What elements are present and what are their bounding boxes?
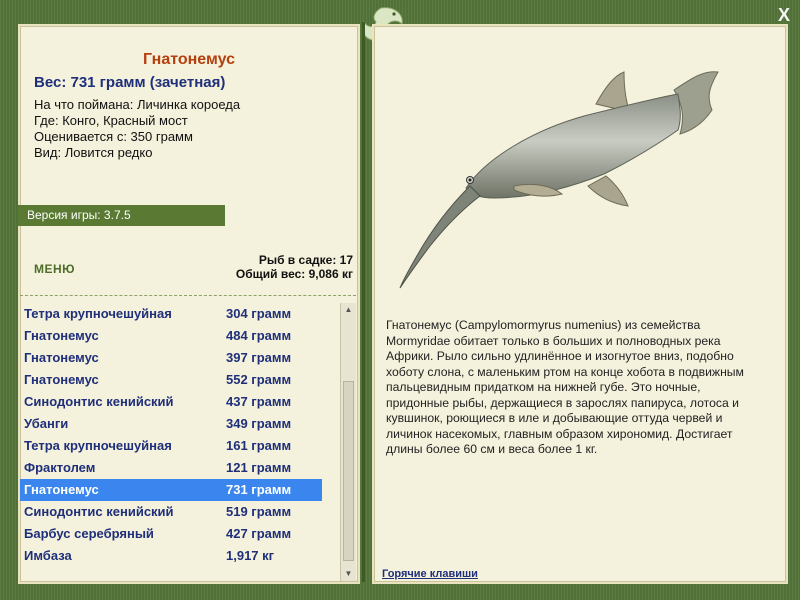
list-item-weight: 427 грамм <box>226 526 292 541</box>
menu-button[interactable]: МЕНЮ <box>34 262 75 276</box>
list-item[interactable]: Тетра крупночешуйная 161 грамм <box>20 435 322 457</box>
list-item-weight: 1,917 кг <box>226 548 275 563</box>
list-item[interactable]: Фрактолем 121 грамм <box>20 457 322 479</box>
rarity-info: Вид: Ловится редко <box>34 145 153 160</box>
scroll-down-icon[interactable]: ▼ <box>341 567 356 581</box>
scrollbar-thumb[interactable] <box>343 381 354 561</box>
list-item-weight: 437 грамм <box>226 394 292 409</box>
list-item-weight: 349 грамм <box>226 416 292 431</box>
list-item[interactable]: Убанги 349 грамм <box>20 413 322 435</box>
fish-description: Гнатонемус (Campylomormyrus numenius) из… <box>386 318 744 456</box>
list-item[interactable]: Гнатонемус 731 грамм <box>20 479 322 501</box>
list-item-name: Убанги <box>24 416 69 431</box>
list-item[interactable]: Имбаза 1,917 кг <box>20 545 322 567</box>
scroll-up-icon[interactable]: ▲ <box>341 303 356 317</box>
list-item-weight: 304 грамм <box>226 306 292 321</box>
list-item-name: Тетра крупночешуйная <box>24 438 172 453</box>
list-item-name: Синодонтис кенийский <box>24 504 174 519</box>
list-item[interactable]: Гнатонемус 484 грамм <box>20 325 322 347</box>
gnathonemus-fish-image <box>399 71 719 289</box>
fish-count: Рыб в садке: 17 <box>258 253 353 267</box>
list-item-name: Гнатонемус <box>24 372 99 387</box>
divider <box>20 295 356 296</box>
list-item-name: Синодонтис кенийский <box>24 394 174 409</box>
catch-list[interactable]: Тетра крупночешуйная 304 грамм Гнатонемус 4… <box>20 303 340 581</box>
list-item-weight: 519 грамм <box>226 504 292 519</box>
list-item-weight: 121 грамм <box>226 460 292 475</box>
bait-info: На что поймана: Личинка короеда <box>34 97 241 112</box>
list-item[interactable]: Гнатонемус 397 грамм <box>20 347 322 369</box>
version-bar: Версия игры: 3.7.5 <box>18 205 225 226</box>
list-item-name: Гнатонемус <box>24 350 99 365</box>
list-item[interactable]: Синодонтис кенийский 519 грамм <box>20 501 322 523</box>
fish-weight: Вес: 731 грамм (зачетная) <box>34 74 226 91</box>
close-icon[interactable]: X <box>773 4 795 26</box>
rated-from-info: Оценивается с: 350 грамм <box>34 129 193 144</box>
list-item-weight: 161 грамм <box>226 438 292 453</box>
fish-title: Гнатонемус <box>142 51 235 68</box>
list-item-name: Гнатонемус <box>24 328 99 343</box>
scrollbar[interactable]: ▲ ▼ <box>340 303 356 581</box>
total-weight: Общий вес: 9,086 кг <box>235 267 353 281</box>
list-item[interactable]: Гнатонемус 552 грамм <box>20 369 322 391</box>
panel-divider <box>362 22 365 582</box>
list-item-weight: 484 грамм <box>226 328 292 343</box>
hotkeys-link[interactable]: Горячие клавиши <box>382 568 478 580</box>
list-item-weight: 552 грамм <box>226 372 292 387</box>
list-item-weight: 397 грамм <box>226 350 292 365</box>
list-item-name: Имбаза <box>24 548 72 563</box>
list-item-name: Барбус серебряный <box>24 526 154 541</box>
list-item-name: Гнатонемус <box>24 482 99 497</box>
list-item[interactable]: Тетра крупночешуйная 304 грамм <box>20 303 322 325</box>
list-item-name: Фрактолем <box>24 460 96 475</box>
list-item-name: Тетра крупночешуйная <box>24 306 172 321</box>
fish-detail-panel: Гнатонемус (Campylomormyrus numenius) из… <box>372 24 788 584</box>
list-item-weight: 731 грамм <box>226 482 292 497</box>
list-item[interactable]: Синодонтис кенийский 437 грамм <box>20 391 322 413</box>
list-item[interactable]: Барбус серебряный 427 грамм <box>20 523 322 545</box>
location-info: Где: Конго, Красный мост <box>34 113 188 128</box>
